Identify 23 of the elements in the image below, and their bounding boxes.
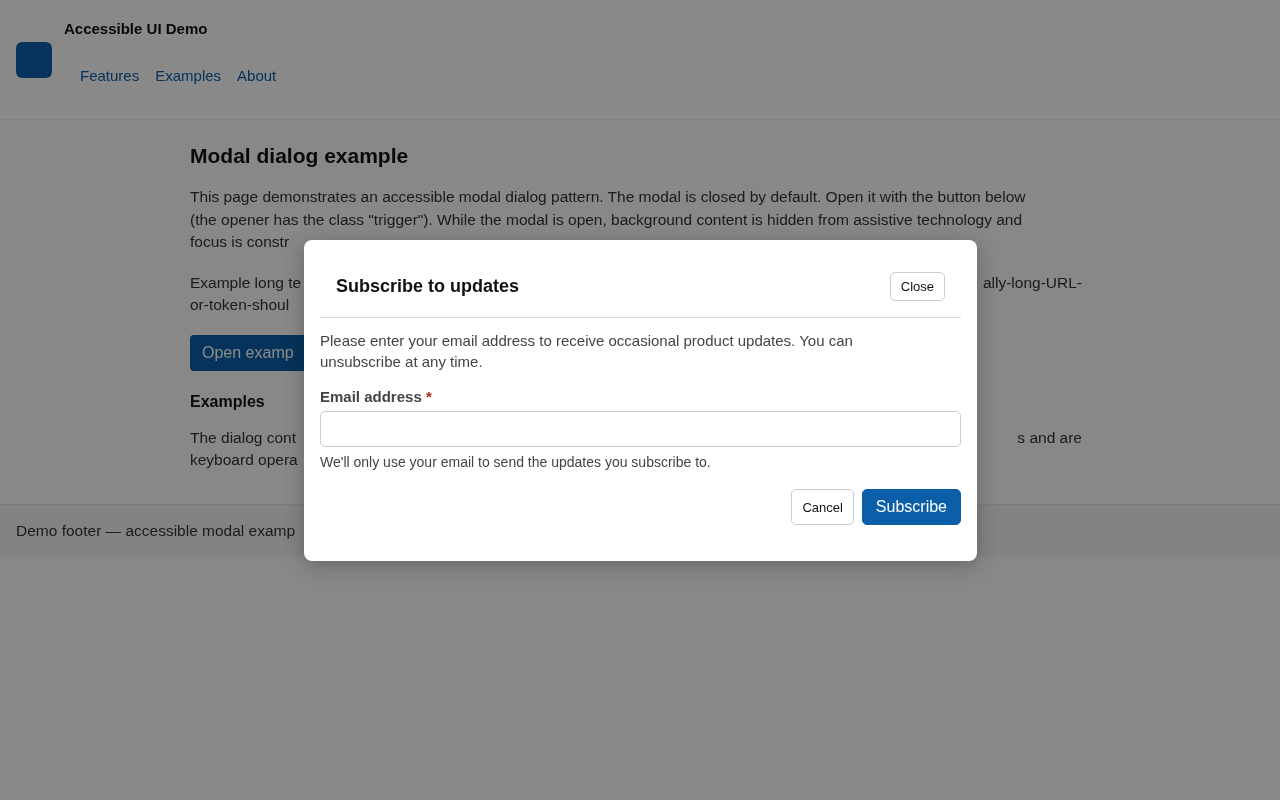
paragraph-text: The dialog cont	[190, 427, 296, 448]
subscribe-button[interactable]: Subscribe	[861, 489, 961, 525]
nav-link[interactable]: About	[237, 66, 277, 84]
paragraph-text: (the opener has the class "trigger"). While the modal is open, background content is hidden from assistive technology and	[190, 209, 1024, 230]
nav-link[interactable]: Features	[80, 66, 140, 84]
paragraph-text: This page demonstrates an accessible modal dialog pattern. The modal is closed by default. Open it with the button below	[190, 187, 1027, 207]
nav-link[interactable]: Examples	[155, 66, 222, 84]
section-heading: Examples	[190, 392, 265, 411]
email-input-field[interactable]	[320, 411, 961, 447]
field-label: Email address *	[320, 388, 433, 405]
paragraph-text: ally-long-URL-	[982, 272, 1082, 293]
site-title: Accessible UI Demo	[64, 19, 209, 37]
logo-icon	[16, 41, 52, 78]
field-hint: We'll only use your email to send the updates you subscribe to.	[320, 454, 712, 470]
paragraph-text: s and are	[1017, 427, 1082, 448]
paragraph-text: Example long te	[190, 272, 302, 293]
dialog-title: Subscribe to updates	[336, 276, 520, 297]
paragraph-text: keyboard opera	[190, 450, 298, 470]
page-heading: Modal dialog example	[190, 144, 410, 168]
cancel-button[interactable]: Cancel	[791, 489, 854, 525]
paragraph-text: focus is constr	[190, 232, 291, 252]
paragraph-text: or-token-shoul	[190, 295, 290, 315]
close-button[interactable]: Close	[889, 272, 945, 301]
